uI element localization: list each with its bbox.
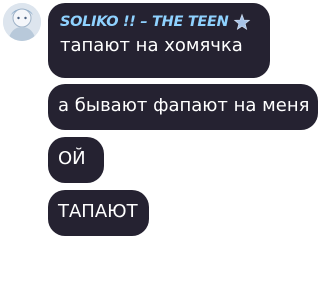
message-bubble[interactable]: а бывают фапают на меня [48,84,318,130]
star-icon [233,13,251,31]
message-text: ОЙ [58,148,86,169]
avatar-icon [3,3,41,41]
message-bubble[interactable]: ОЙ [48,137,104,183]
sender-avatar[interactable] [3,3,41,41]
message-bubble[interactable]: ТАПАЮТ [48,190,149,236]
sender-name[interactable]: SOLIKO !! – THE TEEN [60,11,229,33]
message-bubble[interactable]: SOLIKO !! – THE TEEN тапают на хомячка [48,3,270,78]
message-text: ТАПАЮТ [58,201,138,222]
sender-name-row: SOLIKO !! – THE TEEN [60,11,258,33]
message-text: тапают на хомячка [60,35,243,56]
message-text: а бывают фапают на меня [58,95,310,116]
